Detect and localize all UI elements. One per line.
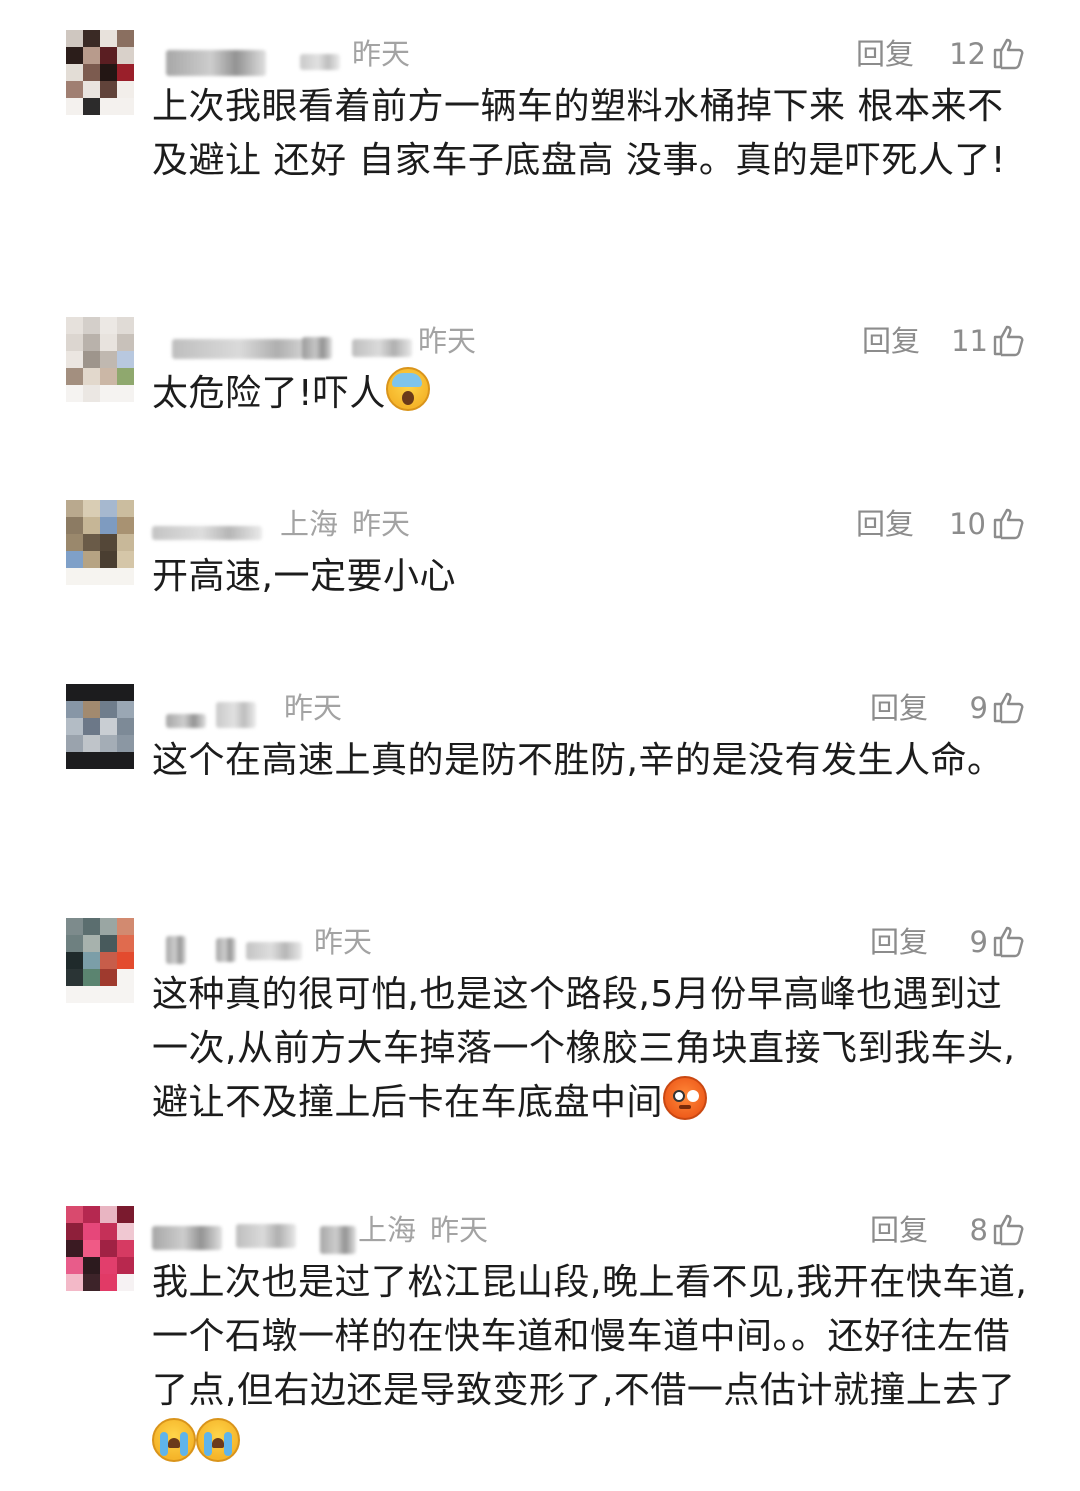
avatar[interactable]	[66, 30, 134, 115]
comment-text: 开高速,一定要小心	[152, 550, 1032, 604]
avatar[interactable]	[66, 918, 134, 1003]
comment-text: 我上次也是过了松江昆山段,晚上看不见,我开在快车道,一个石墩一样的在快车道和慢车…	[152, 1256, 1032, 1472]
loudly-crying-face-emoji-icon	[152, 1418, 196, 1462]
comment-location: 上海	[280, 507, 339, 541]
comment-meta: 上海 昨天 回复 10	[152, 504, 1032, 544]
comment-time: 昨天	[352, 507, 411, 541]
avatar[interactable]	[66, 684, 134, 769]
flushed-face-emoji-icon	[663, 1076, 708, 1120]
thumbs-up-icon[interactable]	[992, 36, 1026, 70]
username-blurred[interactable]	[166, 50, 266, 76]
reply-button[interactable]: 回复	[856, 34, 914, 74]
comment-text-content: 上次我眼看着前方一辆车的塑料水桶掉下来 根本来不及避让 还好 自家车子底盘高 没…	[152, 86, 1006, 181]
comment-item: 昨天 回复 9 这种真的很可怕,也是这个路段,5月份早高峰也遇到过一次,从前方大…	[0, 918, 1080, 1158]
thumbs-up-icon[interactable]	[992, 506, 1026, 540]
like-count: 9	[969, 925, 988, 959]
like-count: 10	[949, 507, 986, 541]
username-blurred	[320, 1226, 356, 1254]
comment-time: 昨天	[314, 925, 373, 959]
username-blurred	[236, 1224, 296, 1248]
reply-button[interactable]: 回复	[862, 321, 920, 361]
comment-meta: 昨天 回复 11	[152, 321, 1032, 361]
comment-text: 这个在高速上真的是防不胜防,辛的是没有发生人命。	[152, 734, 1032, 788]
comment-item: 上海 昨天 回复 8 我上次也是过了松江昆山段,晚上看不见,我开在快车道,一个石…	[0, 1206, 1080, 1486]
comment-item: 昨天 回复 12 上次我眼看着前方一辆车的塑料水桶掉下来 根本来不及避让 还好 …	[0, 30, 1080, 280]
like-count: 12	[949, 37, 986, 71]
reply-button[interactable]: 回复	[856, 504, 914, 544]
thumbs-up-icon[interactable]	[992, 690, 1026, 724]
thumbs-up-icon[interactable]	[992, 323, 1026, 357]
username-blurred[interactable]	[152, 1226, 222, 1250]
comment-text: 这种真的很可怕,也是这个路段,5月份早高峰也遇到过一次,从前方大车掉落一个橡胶三…	[152, 968, 1032, 1130]
comment-meta: 昨天 回复 9	[152, 688, 1032, 728]
username-blurred	[246, 942, 302, 960]
avatar[interactable]	[66, 1206, 134, 1291]
reply-button[interactable]: 回复	[870, 688, 928, 728]
like-count: 9	[969, 691, 988, 725]
comment-text-content: 太危险了!吓人	[152, 373, 386, 414]
reply-button[interactable]: 回复	[870, 922, 928, 962]
avatar[interactable]	[66, 500, 134, 585]
thumbs-up-icon[interactable]	[992, 1212, 1026, 1246]
like-count: 8	[969, 1213, 988, 1247]
comment-text-content: 我上次也是过了松江昆山段,晚上看不见,我开在快车道,一个石墩一样的在快车道和慢车…	[152, 1262, 1028, 1411]
username-blurred[interactable]	[152, 526, 262, 540]
comment-item: 上海 昨天 回复 10 开高速,一定要小心	[0, 500, 1080, 620]
comment-text-content: 开高速,一定要小心	[152, 556, 456, 597]
comment-time: 昨天	[352, 37, 411, 71]
username-blurred	[300, 54, 340, 70]
username-blurred[interactable]	[166, 714, 206, 728]
username-blurred	[302, 337, 332, 359]
comment-location: 上海	[358, 1213, 417, 1247]
comment-time: 昨天	[430, 1213, 489, 1247]
like-count: 11	[951, 324, 988, 358]
comment-meta: 上海 昨天 回复 8	[152, 1210, 1032, 1254]
loudly-crying-face-emoji-icon	[196, 1418, 240, 1462]
username-blurred[interactable]	[172, 339, 322, 359]
reply-button[interactable]: 回复	[870, 1210, 928, 1250]
username-blurred[interactable]	[166, 936, 186, 964]
comment-meta: 昨天 回复 12	[152, 34, 1032, 76]
comment-text-content: 这个在高速上真的是防不胜防,辛的是没有发生人命。	[152, 740, 1004, 781]
username-blurred	[216, 702, 256, 728]
comment-meta: 昨天 回复 9	[152, 922, 1032, 964]
comment-time: 昨天	[284, 691, 343, 725]
comment-text-content: 这种真的很可怕,也是这个路段,5月份早高峰也遇到过一次,从前方大车掉落一个橡胶三…	[152, 974, 1016, 1123]
comment-text: 上次我眼看着前方一辆车的塑料水桶掉下来 根本来不及避让 还好 自家车子底盘高 没…	[152, 80, 1032, 188]
comment-time: 昨天	[418, 324, 477, 358]
username-blurred	[216, 938, 236, 962]
comment-item: 昨天 回复 11 太危险了!吓人	[0, 317, 1080, 447]
avatar[interactable]	[66, 317, 134, 402]
username-blurred	[352, 339, 412, 357]
comment-item: 昨天 回复 9 这个在高速上真的是防不胜防,辛的是没有发生人命。	[0, 684, 1080, 864]
face-screaming-in-fear-emoji-icon	[385, 367, 430, 411]
comment-text: 太危险了!吓人	[152, 367, 1032, 421]
thumbs-up-icon[interactable]	[992, 924, 1026, 958]
